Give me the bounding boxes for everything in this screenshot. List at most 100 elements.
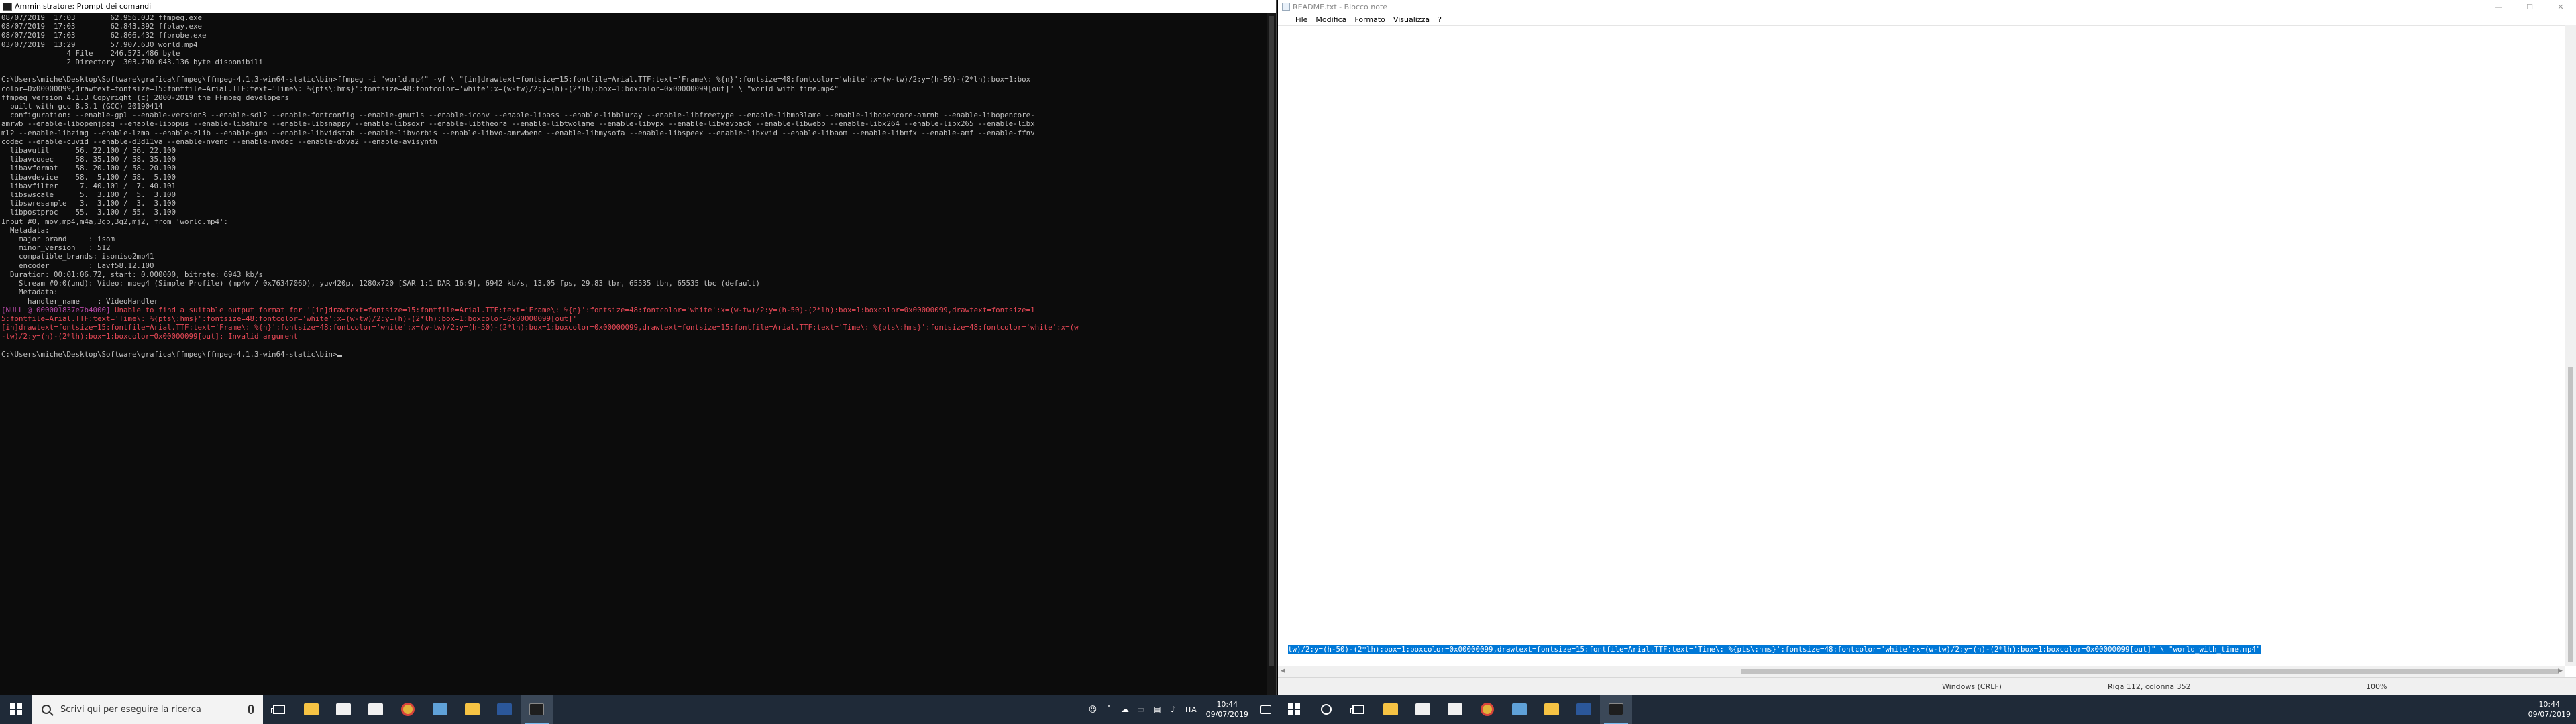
store-button[interactable]: [1407, 695, 1439, 724]
status-zoom: 100%: [2366, 682, 2387, 691]
cmd-line: C:\Users\miche\Desktop\Software\grafica\…: [1, 350, 1265, 359]
cmd-line: libavutil 56. 22.100 / 56. 22.100: [1, 146, 176, 156]
taskbar-left: Scrivi qui per eseguire la ricerca ☺ ˄ ☁…: [0, 695, 1278, 724]
status-position: Riga 112, colonna 352: [2108, 682, 2191, 691]
menu-modifica[interactable]: Modifica: [1311, 15, 1350, 24]
maximize-button[interactable]: ☐: [2514, 0, 2545, 13]
windows-icon: [10, 703, 22, 715]
system-tray: ☺ ˄ ☁ ▭ ▤ ♪ ITA 10:44 09/07/2019: [1085, 695, 1278, 724]
search-icon: [42, 705, 51, 714]
start-button[interactable]: [0, 695, 32, 724]
cmd-line: compatible_brands: isomiso2mp41: [1, 252, 154, 261]
task-view-icon: [271, 705, 285, 714]
notepad-horizontal-scrollbar[interactable]: ◀ ▶: [1278, 666, 2565, 677]
network-icon[interactable]: ▤: [1149, 695, 1165, 724]
cmd-button[interactable]: [1600, 695, 1632, 724]
error-tag: [NULL @ 000001837e7b4000]: [1, 305, 111, 314]
clock[interactable]: 10:44 09/07/2019: [1201, 699, 1254, 719]
cmd-scroll-thumb[interactable]: [1269, 16, 1274, 666]
app-icon: [433, 703, 447, 715]
cmd-line: built with gcc 8.3.1 (GCC) 20190414: [1, 102, 163, 111]
notepad-text-area[interactable]: tw)/2:y=(h-50)-(2*lh):box=1:boxcolor=0x0…: [1278, 25, 2565, 666]
text-cursor: [337, 355, 342, 357]
people-icon[interactable]: ☺: [1085, 695, 1101, 724]
cmd-line: -tw)/2:y=(h)-(2*lh):box=1:boxcolor=0x000…: [1, 332, 299, 341]
app-button[interactable]: [424, 695, 456, 724]
folder-button[interactable]: [1536, 695, 1568, 724]
hscroll-thumb[interactable]: [1741, 669, 2559, 674]
scroll-left-icon[interactable]: ◀: [1281, 668, 1285, 674]
cmd-line: 08/07/2019 17:03 62.843.392 ffplay.exe: [1, 22, 203, 32]
file-explorer-button[interactable]: [295, 695, 327, 724]
chevron-up-icon[interactable]: ˄: [1101, 695, 1117, 724]
task-view-icon: [1350, 705, 1364, 714]
minimize-button[interactable]: —: [2483, 0, 2514, 13]
language-indicator[interactable]: ITA: [1181, 705, 1201, 714]
cmd-line: [in]drawtext=fontsize=15:fontfile=Arial.…: [1, 323, 1079, 333]
start-button-secondary[interactable]: [1278, 695, 1310, 724]
notification-button[interactable]: [1254, 695, 1278, 724]
selected-text-line[interactable]: tw)/2:y=(h-50)-(2*lh):box=1:boxcolor=0x0…: [1288, 645, 2261, 654]
clock-date: 09/07/2019: [2528, 710, 2571, 719]
scroll-right-icon[interactable]: ▶: [2558, 668, 2563, 674]
cmd-output[interactable]: 08/07/2019 17:03 62.956.032 ffmpeg.exe 08…: [0, 13, 1267, 695]
word-icon: [1576, 703, 1591, 715]
search-box[interactable]: Scrivi qui per eseguire la ricerca: [32, 695, 263, 724]
task-view-button[interactable]: [1342, 695, 1375, 724]
volume-icon[interactable]: ♪: [1165, 695, 1181, 724]
battery-icon[interactable]: ▭: [1133, 695, 1149, 724]
folder-icon: [465, 703, 480, 715]
folder-button[interactable]: [456, 695, 488, 724]
vscroll-thumb[interactable]: [2568, 367, 2573, 662]
cmd-window[interactable]: Amministratore: Prompt dei comandi 08/07…: [0, 0, 1277, 695]
cmd-line: 08/07/2019 17:03 62.866.432 ffprobe.exe: [1, 31, 207, 40]
cmd-line: [1, 66, 1265, 75]
app-button[interactable]: [1503, 695, 1536, 724]
menu-file[interactable]: File: [1291, 15, 1311, 24]
cmd-line: [NULL @ 000001837e7b4000] Unable to find…: [1, 306, 1265, 314]
task-view-button[interactable]: [263, 695, 295, 724]
cortana-button[interactable]: [1310, 695, 1342, 724]
clock-secondary[interactable]: 10:44 09/07/2019: [2523, 699, 2576, 719]
cmd-line: C:\Users\miche\Desktop\Software\grafica\…: [1, 75, 1031, 84]
notepad-icon: [1282, 3, 1290, 11]
notepad-menubar: File Modifica Formato Visualizza ?: [1278, 13, 2576, 25]
notepad-statusbar: Windows (CRLF) Riga 112, colonna 352 100…: [1278, 677, 2576, 695]
clock-time: 10:44: [1216, 700, 1238, 709]
chrome-button[interactable]: [1471, 695, 1503, 724]
text-selection[interactable]: tw)/2:y=(h-50)-(2*lh):box=1:boxcolor=0x0…: [1288, 645, 2261, 654]
notepad-window[interactable]: README.txt - Blocco note — ☐ ✕ File Modi…: [1278, 0, 2576, 695]
cmd-title: Amministratore: Prompt dei comandi: [15, 2, 152, 11]
microphone-icon[interactable]: [248, 705, 254, 714]
cloud-icon[interactable]: ☁: [1117, 695, 1133, 724]
word-button[interactable]: [488, 695, 521, 724]
close-button[interactable]: ✕: [2545, 0, 2576, 13]
word-button[interactable]: [1568, 695, 1600, 724]
file-explorer-button[interactable]: [1375, 695, 1407, 724]
cmd-line: libpostproc 55. 3.100 / 55. 3.100: [1, 208, 176, 217]
cmd-icon: [1609, 703, 1623, 715]
notification-icon: [1260, 705, 1271, 714]
menu-formato[interactable]: Formato: [1350, 15, 1389, 24]
cmd-line: 03/07/2019 13:29 57.907.630 world.mp4: [1, 40, 198, 49]
windows-icon: [1288, 703, 1300, 715]
cmd-line: minor_version : 512: [1, 243, 111, 253]
mail-button[interactable]: [1439, 695, 1471, 724]
notepad-titlebar[interactable]: README.txt - Blocco note — ☐ ✕: [1278, 0, 2576, 13]
cmd-titlebar[interactable]: Amministratore: Prompt dei comandi: [0, 0, 1276, 13]
menu-visualizza[interactable]: Visualizza: [1389, 15, 1434, 24]
store-icon: [1415, 703, 1430, 715]
taskbar-apps: [263, 695, 553, 724]
mail-button[interactable]: [360, 695, 392, 724]
file-explorer-icon: [304, 703, 319, 715]
chrome-button[interactable]: [392, 695, 424, 724]
taskbar-right: 10:44 09/07/2019: [1278, 695, 2576, 724]
search-placeholder: Scrivi qui per eseguire la ricerca: [60, 704, 201, 715]
cmd-button[interactable]: [521, 695, 553, 724]
notepad-vertical-scrollbar[interactable]: [2565, 25, 2576, 666]
cmd-scrollbar[interactable]: [1267, 13, 1276, 695]
chrome-icon: [401, 703, 415, 716]
cmd-line: Metadata:: [1, 288, 58, 297]
store-button[interactable]: [327, 695, 360, 724]
menu-help[interactable]: ?: [1434, 15, 1446, 24]
